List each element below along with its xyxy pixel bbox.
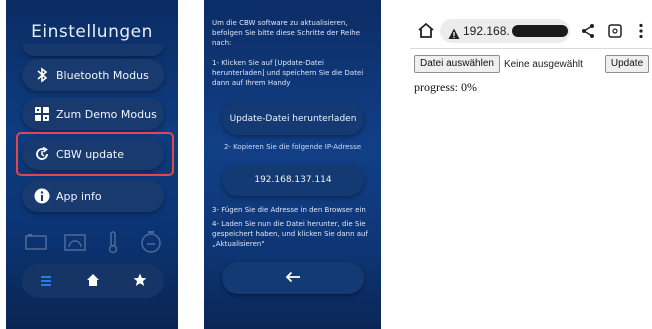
no-file-text: Keine ausgewählt	[503, 58, 583, 70]
signal-icon	[62, 229, 88, 255]
address-bar[interactable]: 192.168.	[440, 19, 570, 43]
thermometer-icon	[100, 229, 126, 255]
bottom-nav	[22, 264, 164, 298]
home-icon[interactable]	[86, 272, 100, 291]
status-icon-row	[24, 228, 164, 256]
arrow-left-icon	[285, 271, 301, 286]
browser-toolbar: 192.168.	[410, 14, 652, 49]
tabs-icon[interactable]	[607, 23, 623, 39]
share-icon[interactable]	[580, 23, 596, 39]
browser-screen: 192.168. Datei auswählen Keine ausgewähl…	[410, 0, 652, 329]
overflow-menu-icon[interactable]	[636, 23, 646, 39]
upload-controls: Datei auswählen Keine ausgewählt Update	[414, 54, 650, 74]
step1-text: 1- Klicken Sie auf [Update-Datei herunte…	[212, 59, 364, 87]
progress-text: progress: 0%	[414, 80, 477, 94]
choose-file-button[interactable]: Datei auswählen	[414, 55, 500, 73]
app-info-button[interactable]: App info	[22, 180, 164, 212]
step4-text: 4- Laden Sie nun die Datei herunter, die…	[212, 220, 368, 248]
demo-mode-label: Zum Demo Modus	[56, 107, 157, 121]
info-icon	[34, 188, 50, 204]
warning-icon	[448, 25, 460, 39]
clock-icon	[138, 229, 164, 255]
intro-text: Um die CBW software zu aktualisieren, be…	[212, 19, 361, 47]
ip-address-value: 192.168.137.114	[254, 175, 332, 185]
download-update-label: Update-Datei herunterladen	[229, 114, 357, 124]
menu-icon[interactable]	[39, 272, 53, 291]
step2-text: 2- Kopieren Sie die folgende IP-Adresse	[223, 143, 362, 151]
bluetooth-mode-label: Bluetooth Modus	[56, 68, 149, 82]
url-host: 192.168.	[463, 24, 510, 38]
demo-mode-button[interactable]: Zum Demo Modus	[22, 98, 164, 130]
highlight-box	[16, 132, 174, 176]
bluetooth-icon	[34, 67, 50, 83]
back-button[interactable]	[222, 262, 364, 294]
app-info-label: App info	[56, 189, 102, 203]
battery-icon	[24, 229, 50, 255]
bluetooth-mode-button[interactable]: Bluetooth Modus	[22, 59, 164, 91]
settings-title: Einstellungen	[31, 22, 153, 42]
menu-item-partial	[22, 44, 164, 56]
download-update-button[interactable]: Update-Datei herunterladen	[222, 103, 364, 135]
url-redaction	[511, 25, 568, 37]
update-instructions-screen: Um die CBW software zu aktualisieren, be…	[204, 0, 381, 329]
step3-text: 3- Fügen Sie die Adresse in den Browser …	[212, 206, 366, 214]
star-icon[interactable]	[133, 272, 147, 291]
settings-screen: Einstellungen Bluetooth Modus Zum Demo M…	[6, 0, 178, 329]
ip-address-button[interactable]: 192.168.137.114	[222, 164, 364, 196]
home-icon[interactable]	[416, 21, 436, 41]
demo-mode-icon	[34, 106, 50, 122]
update-button[interactable]: Update	[604, 55, 650, 73]
